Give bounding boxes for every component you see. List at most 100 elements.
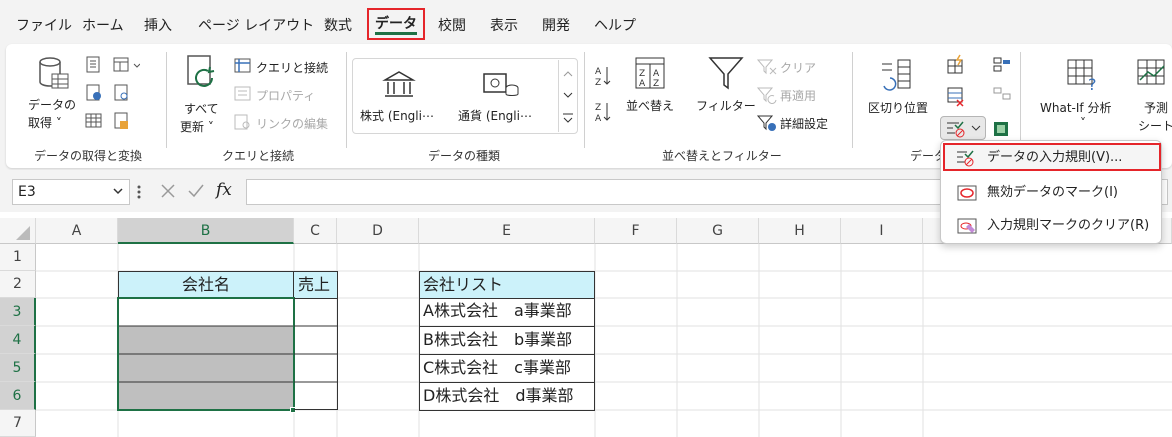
from-table-icon[interactable] bbox=[84, 112, 104, 130]
svg-text:Z: Z bbox=[595, 103, 601, 113]
reapply-button[interactable]: 再適用 bbox=[780, 87, 816, 104]
header-cell-company[interactable]: 会社名 bbox=[118, 271, 294, 299]
list-item[interactable]: B株式会社 b事業部 bbox=[419, 326, 595, 355]
consolidate-icon[interactable] bbox=[992, 56, 1012, 74]
tab-page-layout[interactable]: ページ レイアウト bbox=[194, 14, 318, 38]
group-label-queries: クエリと接続 bbox=[222, 149, 295, 163]
col-header-e[interactable]: E bbox=[419, 218, 595, 244]
chevron-down-icon[interactable] bbox=[112, 187, 124, 197]
filter-icon[interactable] bbox=[706, 54, 746, 94]
bank-icon[interactable] bbox=[382, 70, 416, 100]
svg-text:?: ? bbox=[1088, 75, 1097, 94]
remove-duplicates-icon[interactable] bbox=[946, 86, 966, 108]
sort-descending-icon[interactable]: ZA bbox=[594, 100, 614, 124]
menu-item-label: 無効データのマーク(I) bbox=[987, 185, 1118, 200]
col-header-a[interactable]: A bbox=[36, 218, 118, 244]
currency-icon[interactable] bbox=[482, 70, 520, 100]
col-header-i[interactable]: I bbox=[841, 218, 923, 244]
data-validation-split-button[interactable] bbox=[940, 116, 986, 140]
separator bbox=[1020, 52, 1021, 148]
cancel-icon[interactable] bbox=[160, 183, 176, 199]
existing-connections-icon[interactable] bbox=[112, 84, 132, 102]
row-header-5[interactable]: 5 bbox=[0, 354, 36, 382]
svg-text:Z: Z bbox=[639, 69, 645, 79]
advanced-filter-button[interactable]: 詳細設定 bbox=[780, 115, 828, 132]
clear-filter-button[interactable]: クリア bbox=[780, 59, 816, 76]
tab-developer[interactable]: 開発 bbox=[538, 14, 574, 38]
refresh-all-icon[interactable] bbox=[184, 54, 222, 94]
tab-insert[interactable]: 挿入 bbox=[140, 14, 176, 38]
tab-review[interactable]: 校閲 bbox=[434, 14, 470, 38]
insert-function-button[interactable]: fx bbox=[216, 180, 232, 200]
row-header-2[interactable]: 2 bbox=[0, 271, 36, 298]
col-header-g[interactable]: G bbox=[677, 218, 759, 244]
more-options-icon[interactable] bbox=[136, 182, 142, 202]
sort-icon[interactable]: ZAAZ bbox=[632, 56, 668, 92]
refresh-all-label-1[interactable]: すべて bbox=[184, 100, 219, 117]
get-data-label-2[interactable]: 取得 ˅ bbox=[28, 114, 62, 131]
tab-data[interactable]: データ bbox=[367, 8, 425, 40]
text-to-columns-icon[interactable] bbox=[878, 58, 914, 94]
row-header-7[interactable]: 7 bbox=[0, 410, 36, 437]
group-label-sort-filter: 並べ替えとフィルター bbox=[662, 149, 782, 163]
relationships-icon[interactable] bbox=[992, 86, 1012, 104]
row-header-6[interactable]: 6 bbox=[0, 382, 36, 410]
database-icon[interactable] bbox=[36, 54, 72, 94]
tab-formulas[interactable]: 数式 bbox=[320, 14, 356, 38]
sort-button[interactable]: 並べ替え bbox=[626, 97, 674, 114]
col-header-d[interactable]: D bbox=[337, 218, 419, 244]
from-text-icon[interactable] bbox=[84, 56, 104, 74]
forecast-sheet-icon[interactable] bbox=[1134, 56, 1172, 92]
tab-home[interactable]: ホーム bbox=[78, 14, 128, 38]
what-if-analysis-icon[interactable]: ? bbox=[1064, 56, 1104, 94]
circle-invalid-icon bbox=[957, 185, 977, 201]
queries-connections-button[interactable]: クエリと接続 bbox=[256, 59, 328, 76]
forecast-sheet-label-1[interactable]: 予測 bbox=[1144, 99, 1168, 116]
get-data-label-1[interactable]: データの bbox=[28, 96, 76, 113]
header-cell-sales[interactable]: 売上 bbox=[293, 271, 338, 299]
text-to-columns-button[interactable]: 区切り位置 bbox=[868, 99, 928, 116]
flash-fill-icon[interactable] bbox=[946, 54, 966, 76]
forecast-sheet-label-2[interactable]: シート bbox=[1138, 117, 1172, 134]
gallery-scroll-arrows-icon bbox=[563, 71, 573, 123]
col-header-f[interactable]: F bbox=[595, 218, 677, 244]
row-header-1[interactable]: 1 bbox=[0, 244, 36, 271]
data-model-icon[interactable] bbox=[992, 120, 1012, 138]
row-header-3[interactable]: 3 bbox=[0, 298, 36, 326]
clear-circles-icon bbox=[957, 218, 977, 234]
menu-item-label: 入力規則マークのクリア(R) bbox=[987, 218, 1150, 233]
tab-file[interactable]: ファイル bbox=[12, 14, 76, 38]
menu-item-label: データの入力規則(V)... bbox=[987, 150, 1123, 165]
recent-sources-icon[interactable] bbox=[84, 84, 104, 102]
refresh-all-label-2[interactable]: 更新 ˅ bbox=[180, 118, 214, 135]
list-item[interactable]: C株式会社 c事業部 bbox=[419, 354, 595, 383]
svg-text:A: A bbox=[639, 79, 646, 89]
edit-links-button[interactable]: リンクの編集 bbox=[256, 115, 328, 132]
what-if-analysis-button[interactable]: What-If 分析 bbox=[1040, 99, 1111, 116]
col-header-b[interactable]: B bbox=[118, 218, 294, 244]
list-item[interactable]: D株式会社 d事業部 bbox=[419, 382, 595, 411]
header-cell-company-list[interactable]: 会社リスト bbox=[419, 271, 595, 299]
select-all-corner[interactable] bbox=[0, 218, 36, 244]
properties-button[interactable]: プロパティ bbox=[256, 87, 315, 104]
gallery-scroll[interactable] bbox=[558, 60, 576, 132]
list-item[interactable]: A株式会社 a事業部 bbox=[419, 298, 595, 327]
menu-item-circle-invalid[interactable]: 無効データのマーク(I) bbox=[949, 179, 1157, 207]
menu-item-data-validation[interactable]: データの入力規則(V)... bbox=[943, 143, 1161, 171]
menu-item-clear-circles[interactable]: 入力規則マークのクリア(R) bbox=[949, 212, 1157, 240]
tab-help[interactable]: ヘルプ bbox=[590, 14, 640, 38]
what-if-dropdown-arrow[interactable]: ˅ bbox=[1080, 116, 1086, 130]
from-file-icon[interactable] bbox=[112, 112, 132, 130]
col-header-h[interactable]: H bbox=[759, 218, 841, 244]
stocks-datatype-button[interactable]: 株式 (Engli⋯ bbox=[360, 107, 434, 124]
reapply-icon bbox=[756, 87, 777, 104]
currency-datatype-button[interactable]: 通貨 (Engli⋯ bbox=[458, 107, 532, 124]
filter-button[interactable]: フィルター bbox=[696, 97, 756, 114]
col-header-c[interactable]: C bbox=[294, 218, 337, 244]
tab-view[interactable]: 表示 bbox=[486, 14, 522, 38]
enter-check-icon[interactable] bbox=[187, 183, 205, 199]
from-web-icon[interactable] bbox=[112, 56, 140, 74]
sort-ascending-icon[interactable]: AZ bbox=[594, 64, 614, 88]
row-header-4[interactable]: 4 bbox=[0, 326, 36, 354]
ribbon-tab-bar: ファイル ホーム 挿入 ページ レイアウト 数式 データ 校閲 表示 開発 ヘル… bbox=[0, 0, 1172, 44]
